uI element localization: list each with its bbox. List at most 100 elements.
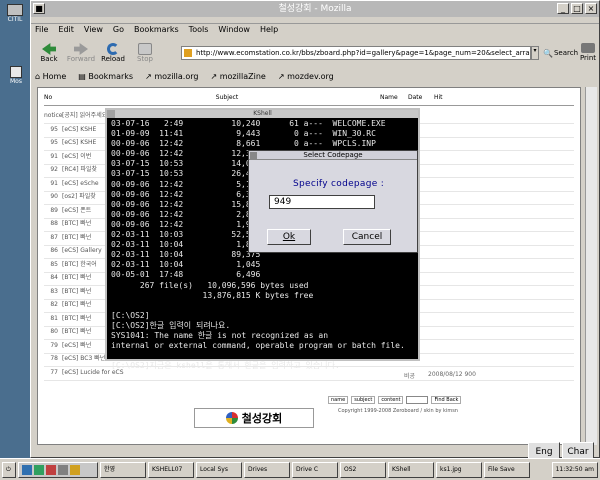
nav-toolbar: Back Forward Reload Stop <box>35 40 159 66</box>
bookmark-mozilla-org[interactable]: ↗ mozilla.org <box>145 72 198 81</box>
launcher-icon[interactable] <box>34 464 44 475</box>
taskbar-item[interactable]: ks1.jpg <box>436 461 482 478</box>
dialog-titlebar[interactable]: Select Codepage <box>249 151 417 160</box>
search-icon: 🔍 <box>543 48 553 58</box>
window-title: 철성강회 - Mozilla <box>278 4 352 14</box>
print-button[interactable]: Print <box>577 41 599 65</box>
menu-file[interactable]: File <box>35 25 48 39</box>
row-subject[interactable]: [eCS] 폰트 <box>62 207 91 214</box>
codepage-input[interactable]: 949 <box>269 195 375 209</box>
copyright: Copyright 1999-2008 Zeroboard / skin by … <box>338 408 458 414</box>
menu-help[interactable]: Help <box>260 25 278 39</box>
row-subject[interactable]: [eCS] KSHE <box>62 139 96 146</box>
forward-button[interactable]: Forward <box>67 40 95 66</box>
kshell-titlebar[interactable]: KShell <box>107 110 418 118</box>
bookmark-mozdev[interactable]: ↗ mozdev.org <box>278 72 334 81</box>
logo-mark-icon <box>225 412 238 424</box>
taskbar-item[interactable]: File Save <box>484 461 530 478</box>
menu-tools[interactable]: Tools <box>189 25 209 39</box>
row-subject[interactable]: [eCS] KSHE <box>62 126 96 133</box>
row-subject[interactable]: [os2] 파일찾 <box>62 193 96 200</box>
power-icon: ⏻ <box>6 465 11 473</box>
browser-titlebar[interactable]: 철성강회 - Mozilla <box>31 1 599 17</box>
row-subject[interactable]: [BTC] 빠넌 <box>62 234 91 241</box>
link-icon: ↗ <box>277 71 285 81</box>
menu-go[interactable]: Go <box>113 25 124 39</box>
search-button[interactable]: 🔍 Search <box>543 44 578 62</box>
taskbar-item[interactable]: OS2 <box>340 461 386 478</box>
close-button[interactable]: × <box>585 3 597 14</box>
menu-window[interactable]: Window <box>218 25 250 39</box>
printer-icon <box>581 43 595 53</box>
bookmarks-menu[interactable]: ▤ Bookmarks <box>78 72 133 81</box>
clock: 11:32:50 am <box>551 461 598 478</box>
bookmark-label: mozillaZine <box>219 71 266 81</box>
search-content-option[interactable]: content <box>378 396 404 404</box>
menu-bar: File Edit View Go Bookmarks Tools Window… <box>35 25 278 39</box>
kshell-menu-button[interactable] <box>107 110 115 118</box>
search-name-option[interactable]: name <box>328 396 349 404</box>
taskbar-item[interactable]: Local Sys <box>196 461 242 478</box>
back-button[interactable]: Back <box>35 40 63 66</box>
search-label: Search <box>553 49 579 57</box>
desktop-icon-label: Mos <box>10 78 22 85</box>
header-date: Date <box>408 94 423 101</box>
row-subject[interactable]: [eCS] 이번 <box>62 153 91 160</box>
row-subject[interactable]: [BTC] 빠넌 <box>62 288 91 295</box>
board-search-input[interactable] <box>406 396 429 404</box>
row-subject[interactable]: [BTC] 한국어 <box>62 261 97 268</box>
row-subject[interactable]: [eCS] eSche <box>62 180 99 187</box>
taskbar-item[interactable]: KSHELL07 <box>148 461 194 478</box>
row-subject[interactable]: [BTC] 빠넌 <box>62 315 91 322</box>
address-dropdown-button[interactable]: ▾ <box>531 46 539 60</box>
taskbar-item[interactable]: Drives <box>244 461 290 478</box>
row-subject[interactable]: [RC4] 파일찾 <box>62 166 97 173</box>
search-subject-option[interactable]: subject <box>351 396 376 404</box>
row-subject[interactable]: [BTC] 빠넌 <box>62 274 91 281</box>
terminal-line: 00-05-01 17:48 6,496 <box>111 270 261 280</box>
row-subject[interactable]: [eCS] BC3 빠넌 <box>62 355 105 362</box>
row-subject[interactable]: [BTC] 빠넌 <box>62 301 91 308</box>
forward-arrow-icon <box>74 43 88 55</box>
header-hit: Hit <box>434 94 443 101</box>
link-icon: ↗ <box>210 71 218 81</box>
window-menu-button[interactable]: ■ <box>33 3 45 14</box>
dialog-title: Select Codepage <box>303 151 363 159</box>
menu-view[interactable]: View <box>84 25 103 39</box>
stop-button[interactable]: Stop <box>131 40 159 66</box>
bookmark-mozillazine[interactable]: ↗ mozillaZine <box>210 72 265 81</box>
launcher-icon[interactable] <box>58 464 68 475</box>
taskbar-item[interactable]: KShell <box>388 461 434 478</box>
minimize-button[interactable]: _ <box>557 3 569 14</box>
home-bookmark[interactable]: ⌂ Home <box>35 72 66 81</box>
row-subject[interactable]: [BTC] 빠넌 <box>62 328 91 335</box>
row-number: 77 <box>50 368 58 376</box>
taskbar-item[interactable]: Drive C <box>292 461 338 478</box>
system-menu-button[interactable]: ⏻ <box>2 461 16 478</box>
dialog-menu-button[interactable] <box>250 152 257 159</box>
row-subject[interactable]: [BTC] 빠넌 <box>62 220 91 227</box>
cancel-button[interactable]: Cancel <box>343 229 391 245</box>
address-field[interactable]: http://www.ecomstation.co.kr/bbs/zboard.… <box>181 46 531 60</box>
row-subject[interactable]: [eCS] 빠넌 <box>62 342 91 349</box>
site-logo[interactable]: 철성강회 <box>194 408 314 428</box>
select-codepage-dialog: Select Codepage Specify codepage : 949 O… <box>248 150 418 253</box>
header-subject: Subject <box>215 94 239 101</box>
page-scrollbar[interactable] <box>585 87 597 445</box>
menu-bookmarks[interactable]: Bookmarks <box>134 25 179 39</box>
launcher-icon[interactable] <box>22 464 32 475</box>
back-arrow-icon <box>42 43 56 55</box>
stop-label: Stop <box>137 55 153 63</box>
find-back-button[interactable]: Find Back <box>431 396 462 404</box>
taskbar-item[interactable]: 한영 <box>100 461 146 478</box>
row-subject[interactable]: [eCS] Gallery <box>62 247 102 254</box>
menu-edit[interactable]: Edit <box>58 25 74 39</box>
launcher-icon[interactable] <box>70 464 80 475</box>
desktop-icon-citil[interactable]: CITIL <box>4 4 26 28</box>
desktop-icon-mos[interactable]: Mos <box>6 66 26 88</box>
launcher-icon[interactable] <box>46 464 56 475</box>
maximize-button[interactable]: □ <box>571 3 583 14</box>
ok-button[interactable]: Ok <box>267 229 311 245</box>
row-subject[interactable]: [공지] 읽어주세요 <box>62 112 107 119</box>
reload-button[interactable]: Reload <box>99 40 127 66</box>
